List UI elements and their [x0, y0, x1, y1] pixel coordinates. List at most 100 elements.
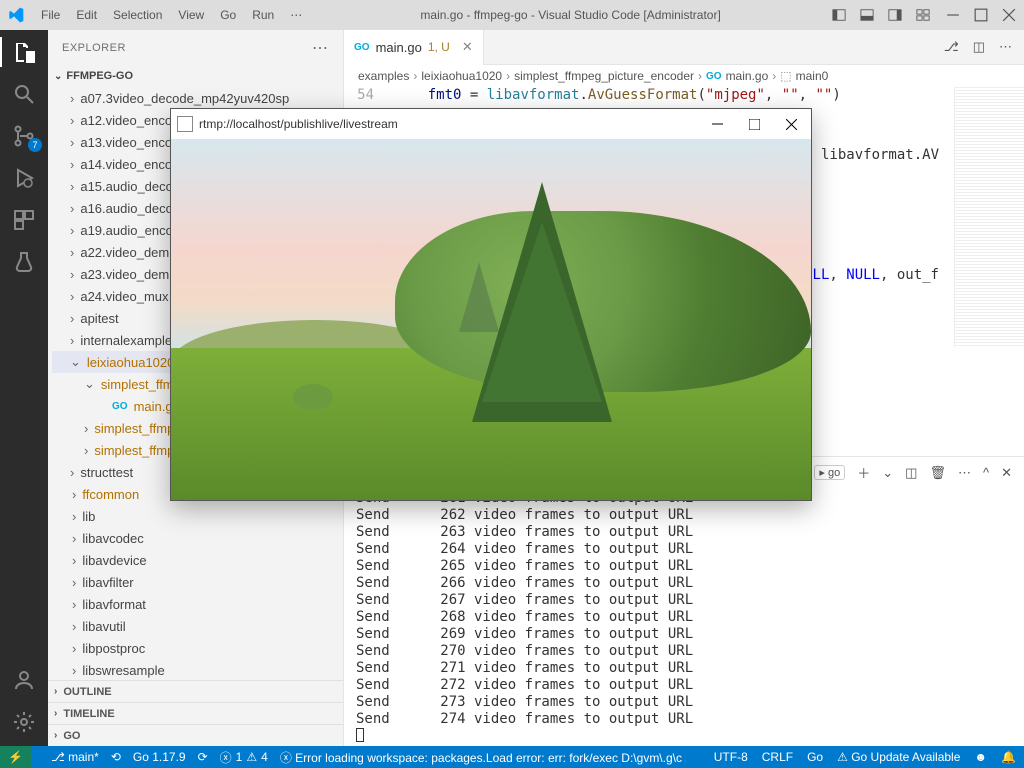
activity-settings-icon[interactable]: [12, 710, 36, 734]
tree-item-label: libpostproc: [82, 641, 145, 656]
status-go-version[interactable]: Go 1.17.9: [133, 750, 186, 764]
status-encoding[interactable]: UTF-8: [714, 750, 748, 764]
terminal-line: Send 263 video frames to output URL: [356, 524, 1012, 541]
activity-test-icon[interactable]: [12, 250, 36, 274]
minimap[interactable]: [954, 87, 1024, 347]
breadcrumb[interactable]: examples› leixiaohua1020› simplest_ffmpe…: [344, 65, 1024, 87]
status-error-message[interactable]: ⓧ Error loading workspace: packages.Load…: [280, 749, 682, 766]
terminal-shell-label[interactable]: ▸ go: [814, 465, 845, 480]
terminal-output[interactable]: Send 261 video frames to output URLSend …: [344, 486, 1024, 746]
menu-selection[interactable]: Selection: [106, 5, 169, 25]
layout-customize-icon[interactable]: [916, 8, 930, 22]
tree-folder[interactable]: libswresample: [52, 659, 343, 680]
scm-badge: 7: [28, 138, 42, 152]
tree-folder[interactable]: libavfilter: [52, 571, 343, 593]
tree-item-label: a24.video_mux: [80, 289, 168, 304]
tree-folder[interactable]: lib: [52, 505, 343, 527]
terminal-close-icon[interactable]: ✕: [1001, 465, 1012, 481]
section-outline[interactable]: ›OUTLINE: [48, 680, 343, 702]
activity-explorer-icon[interactable]: [12, 40, 36, 64]
section-go[interactable]: ›GO: [48, 724, 343, 746]
video-player-window[interactable]: rtmp://localhost/publishlive/livestream: [170, 108, 812, 501]
video-title: rtmp://localhost/publishlive/livestream: [199, 117, 398, 131]
terminal-trash-icon[interactable]: 🗑: [929, 465, 946, 481]
terminal-line: Send 274 video frames to output URL: [356, 711, 1012, 728]
menu-run[interactable]: Run: [245, 5, 281, 25]
go-file-icon: GO: [112, 401, 128, 412]
status-eol[interactable]: CRLF: [762, 750, 793, 764]
video-close-icon[interactable]: [786, 119, 797, 130]
activity-search-icon[interactable]: [12, 82, 36, 106]
menu-overflow[interactable]: ⋯: [283, 5, 309, 25]
explorer-title: EXPLORER: [62, 42, 126, 54]
menu-bar: File Edit Selection View Go Run ⋯: [34, 5, 309, 25]
window-minimize-icon[interactable]: [946, 8, 960, 22]
tree-item-label: apitest: [80, 311, 118, 326]
tree-item-label: libswresample: [82, 663, 164, 678]
video-titlebar: rtmp://localhost/publishlive/livestream: [171, 109, 811, 139]
tree-item-label: libavformat: [82, 597, 146, 612]
activity-extensions-icon[interactable]: [12, 208, 36, 232]
menu-go[interactable]: Go: [213, 5, 243, 25]
tree-item-label: libavcodec: [82, 531, 143, 546]
menu-view[interactable]: View: [171, 5, 211, 25]
window-close-icon[interactable]: [1002, 8, 1016, 22]
status-bell-icon[interactable]: 🔔: [1001, 750, 1016, 764]
tab-more-icon[interactable]: ⋯: [999, 39, 1012, 55]
tree-folder[interactable]: libpostproc: [52, 637, 343, 659]
explorer-more-icon[interactable]: ⋯: [312, 38, 329, 58]
menu-edit[interactable]: Edit: [69, 5, 104, 25]
section-timeline[interactable]: ›TIMELINE: [48, 702, 343, 724]
terminal-line: Send 269 video frames to output URL: [356, 626, 1012, 643]
layout-toggle-left-icon[interactable]: [832, 8, 846, 22]
window-title: main.go - ffmpeg-go - Visual Studio Code…: [309, 8, 832, 22]
terminal-line: Send 262 video frames to output URL: [356, 507, 1012, 524]
status-language[interactable]: Go: [807, 750, 823, 764]
tree-folder[interactable]: libavformat: [52, 593, 343, 615]
layout-toggle-bottom-icon[interactable]: [860, 8, 874, 22]
tree-item-label: libavutil: [82, 619, 125, 634]
tab-split-icon[interactable]: ◫: [973, 39, 985, 55]
terminal-line: Send 272 video frames to output URL: [356, 677, 1012, 694]
vscode-logo-icon: [8, 7, 24, 23]
video-minimize-icon[interactable]: [712, 119, 723, 130]
tab-main-go[interactable]: GO main.go 1, U ✕: [344, 30, 484, 65]
terminal-dropdown-icon[interactable]: ⌄: [882, 465, 893, 481]
status-sync-icon[interactable]: ⟲: [111, 750, 121, 764]
tree-folder[interactable]: a07.3video_decode_mp42yuv420sp: [52, 87, 343, 109]
activity-bar: 7: [0, 30, 48, 746]
layout-toggle-right-icon[interactable]: [888, 8, 902, 22]
status-problems[interactable]: ⓧ 1 ⚠ 4: [220, 749, 268, 766]
window-titlebar: File Edit Selection View Go Run ⋯ main.g…: [0, 0, 1024, 30]
tree-folder[interactable]: libavutil: [52, 615, 343, 637]
code-fragment-1: , libavformat.AV: [804, 147, 939, 163]
video-maximize-icon[interactable]: [749, 119, 760, 130]
terminal-line: Send 271 video frames to output URL: [356, 660, 1012, 677]
tree-folder[interactable]: libavdevice: [52, 549, 343, 571]
tree-item-label: a07.3video_decode_mp42yuv420sp: [80, 91, 289, 106]
terminal-more-icon[interactable]: ⋯: [958, 465, 971, 481]
terminal-line: Send 264 video frames to output URL: [356, 541, 1012, 558]
tree-folder[interactable]: libavcodec: [52, 527, 343, 549]
status-go-update[interactable]: ⚠ Go Update Available: [837, 750, 960, 764]
tree-item-label: structtest: [80, 465, 133, 480]
status-analysis-icon[interactable]: ⟳: [198, 750, 208, 764]
tab-close-icon[interactable]: ✕: [462, 39, 473, 55]
remote-indicator[interactable]: ⚡: [0, 746, 31, 768]
activity-scm-icon[interactable]: 7: [12, 124, 36, 148]
activity-debug-icon[interactable]: [12, 166, 36, 190]
terminal-new-icon[interactable]: ＋: [857, 463, 870, 482]
project-header[interactable]: ⌄FFMPEG-GO: [48, 65, 343, 87]
activity-account-icon[interactable]: [12, 668, 36, 692]
window-maximize-icon[interactable]: [974, 8, 988, 22]
terminal-split-icon[interactable]: ◫: [905, 465, 917, 481]
terminal-line: Send 273 video frames to output URL: [356, 694, 1012, 711]
tab-label: main.go: [376, 40, 422, 55]
tab-scm-icon[interactable]: ⎇: [944, 39, 959, 55]
status-feedback-icon[interactable]: ☻: [974, 750, 987, 764]
status-branch[interactable]: ⎇ main*: [51, 750, 99, 764]
terminal-cursor: [356, 728, 1012, 745]
menu-file[interactable]: File: [34, 5, 67, 25]
terminal-maximize-icon[interactable]: ^: [983, 465, 989, 480]
tree-item-label: libavdevice: [82, 553, 146, 568]
